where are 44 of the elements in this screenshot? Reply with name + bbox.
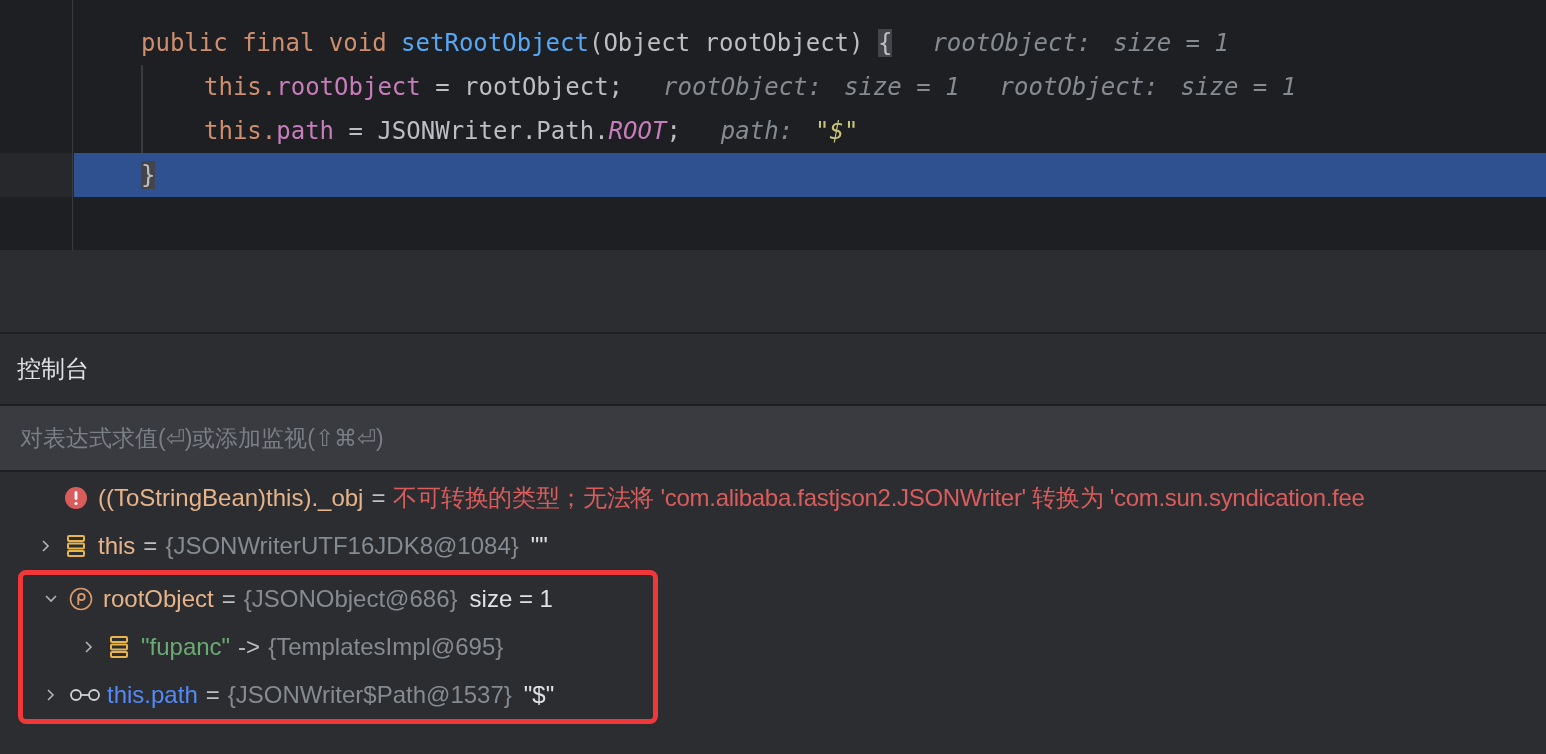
parameter-icon bbox=[69, 587, 93, 611]
variable-name: ((ToStringBean)this)._obj bbox=[98, 484, 364, 512]
variable-value: {JSONObject@686} bbox=[243, 585, 458, 613]
inlay-hint-label: rootObject: bbox=[663, 73, 822, 101]
variable-value: {JSONWriter$Path@1537} bbox=[227, 681, 512, 709]
variable-separator: = bbox=[143, 532, 158, 560]
variable-value: {JSONWriterUTF16JDK8@1084} bbox=[165, 532, 519, 560]
variable-separator: -> bbox=[238, 633, 261, 661]
variable-extra: size = 1 bbox=[469, 585, 553, 613]
variable-separator: = bbox=[371, 484, 386, 512]
variable-extra: "$" bbox=[523, 681, 555, 709]
inlay-hint-value: size = 1 bbox=[1180, 73, 1297, 101]
inlay-hint-label: rootObject: bbox=[999, 73, 1159, 101]
inlay-hint-label: rootObject: bbox=[932, 29, 1092, 57]
code-method: setRootObject bbox=[401, 29, 589, 57]
code-brace: { bbox=[877, 29, 893, 57]
code-text: (Object rootObject) bbox=[588, 29, 865, 57]
variable-extra: "" bbox=[530, 532, 548, 560]
variable-name: rootObject bbox=[103, 585, 214, 613]
code-keyword: this. bbox=[204, 117, 277, 145]
stack-icon bbox=[107, 635, 131, 659]
variable-name: "fupanc" bbox=[141, 633, 231, 661]
variable-name: this.path bbox=[107, 681, 198, 709]
stack-icon bbox=[64, 534, 88, 558]
code-brace: } bbox=[141, 161, 156, 189]
inlay-hint-value: size = 1 bbox=[844, 73, 960, 101]
glasses-icon bbox=[69, 687, 101, 703]
code-field: rootObject bbox=[276, 73, 421, 101]
variable-value: {TemplatesImpl@695} bbox=[268, 633, 504, 661]
inlay-hint-label: path: bbox=[720, 117, 794, 145]
expression-input[interactable]: 对表达式求值(⏎)或添加监视(⇧⌘⏎) bbox=[0, 405, 1546, 471]
code-field: path bbox=[276, 117, 335, 145]
error-icon bbox=[64, 486, 88, 510]
error-message: 不可转换的类型；无法将 'com.alibaba.fastjson2.JSONWriter' 转换为 'com.sun.syndication.fee bbox=[393, 483, 1365, 513]
variable-separator: = bbox=[205, 681, 220, 709]
code-constant: ROOT bbox=[608, 117, 667, 145]
code-keyword: this. bbox=[204, 73, 277, 101]
code-text: = JSONWriter.Path. bbox=[347, 117, 609, 145]
variable-name: this bbox=[98, 532, 136, 560]
variable-separator: = bbox=[221, 585, 236, 613]
inlay-hint-value: "$" bbox=[815, 117, 859, 145]
code-keyword: public final void bbox=[141, 29, 388, 57]
code-text: = rootObject; bbox=[434, 73, 624, 101]
inlay-hint-value: size = 1 bbox=[1113, 29, 1229, 57]
